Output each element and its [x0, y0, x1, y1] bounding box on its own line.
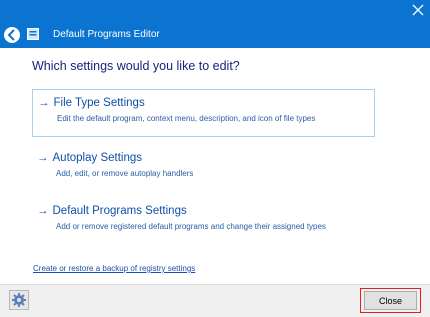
window-title: Default Programs Editor: [53, 29, 160, 40]
app-icon: [27, 28, 39, 40]
option-description: Add, edit, or remove autoplay handlers: [56, 169, 194, 178]
option-description: Add or remove registered default program…: [56, 222, 326, 231]
backup-registry-link[interactable]: Create or restore a backup of registry s…: [33, 264, 195, 273]
close-button[interactable]: Close: [364, 291, 417, 310]
close-icon[interactable]: [412, 4, 424, 16]
option-title: → Autoplay Settings: [37, 152, 143, 164]
option-default-programs-settings[interactable]: → Default Programs Settings Add or remove…: [32, 198, 375, 240]
page-heading: Which settings would you like to edit?: [32, 59, 240, 73]
arrow-right-icon: →: [37, 205, 49, 217]
option-title: → File Type Settings: [38, 97, 145, 109]
option-title: → Default Programs Settings: [37, 205, 187, 217]
title-bar: Default Programs Editor: [0, 0, 430, 48]
option-file-type-settings[interactable]: → File Type Settings Edit the default pro…: [32, 89, 375, 137]
gear-icon: [12, 293, 26, 307]
back-arrow-icon[interactable]: [3, 26, 21, 44]
option-description: Edit the default program, context menu, …: [57, 114, 316, 123]
arrow-right-icon: →: [38, 97, 50, 109]
settings-button[interactable]: [9, 290, 29, 310]
default-programs-editor-window: Default Programs Editor Which settings w…: [0, 0, 430, 317]
option-autoplay-settings[interactable]: → Autoplay Settings Add, edit, or remove …: [32, 145, 375, 187]
arrow-right-icon: →: [37, 152, 49, 164]
